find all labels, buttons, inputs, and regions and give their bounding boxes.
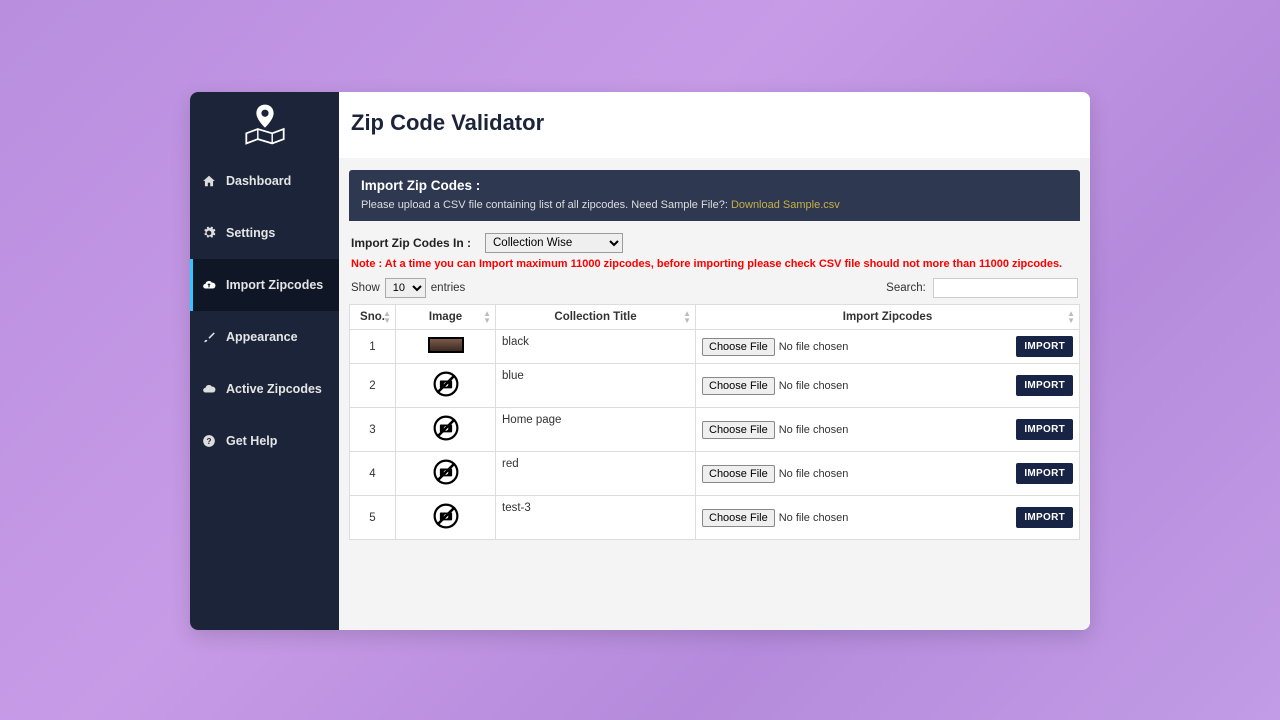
cell-import: Choose File No file chosen IMPORT [696,408,1080,452]
cell-collection-title: blue [496,364,696,408]
cell-collection-title: test-3 [496,496,696,540]
import-button[interactable]: IMPORT [1016,375,1073,396]
file-status-text: No file chosen [779,380,849,392]
no-image-icon [432,370,460,398]
cell-import: Choose File No file chosen IMPORT [696,330,1080,364]
sort-icon: ▲▼ [683,310,691,324]
search-input[interactable] [933,278,1078,298]
brush-icon [202,330,216,344]
entries-label: entries [431,282,466,294]
choose-file-button[interactable]: Choose File [702,465,775,483]
entries-select[interactable]: 10 [385,278,426,298]
cell-image [396,452,496,496]
file-status-text: No file chosen [779,512,849,524]
th-sno[interactable]: Sno.▲▼ [350,305,396,330]
cell-import: Choose File No file chosen IMPORT [696,452,1080,496]
sidebar-item-import-zipcodes[interactable]: Import Zipcodes [190,259,339,311]
page-title: Zip Code Validator [351,110,1078,136]
cell-sno: 5 [350,496,396,540]
file-status-text: No file chosen [779,468,849,480]
sidebar-item-appearance[interactable]: Appearance [190,311,339,363]
sort-icon: ▲▼ [1067,310,1075,324]
table-row: 5 test-3 Choose File No file chosen IMPORT [350,496,1080,540]
sidebar-item-dashboard[interactable]: Dashboard [190,155,339,207]
choose-file-button[interactable]: Choose File [702,421,775,439]
cell-image [396,330,496,364]
choose-file-button[interactable]: Choose File [702,509,775,527]
sidebar-item-label: Settings [226,226,275,240]
no-image-icon [432,502,460,530]
cell-image [396,408,496,452]
import-target-label: Import Zip Codes In : [351,236,471,250]
cell-collection-title: Home page [496,408,696,452]
table-row: 4 red Choose File No file chosen IMPORT [350,452,1080,496]
cloud-upload-icon [202,278,216,292]
svg-text:?: ? [207,437,212,446]
header: Zip Code Validator [339,92,1090,158]
no-image-icon [432,458,460,486]
logo [190,92,339,155]
sort-icon: ▲▼ [383,310,391,324]
main-content: Zip Code Validator Import Zip Codes : Pl… [339,92,1090,630]
cell-import: Choose File No file chosen IMPORT [696,364,1080,408]
zipcode-table: Sno.▲▼ Image▲▼ Collection Title▲▼ Import… [349,304,1080,540]
cell-sno: 3 [350,408,396,452]
sidebar: Dashboard Settings Import Zipcodes Appea… [190,92,339,630]
home-icon [202,174,216,188]
content-area: Import Zip Codes : Please upload a CSV f… [339,158,1090,630]
download-sample-link[interactable]: Download Sample.csv [731,199,840,211]
table-row: 1 black Choose File No file chosen IMPORT [350,330,1080,364]
cell-import: Choose File No file chosen IMPORT [696,496,1080,540]
panel-header: Import Zip Codes : Please upload a CSV f… [349,170,1080,221]
sort-icon: ▲▼ [483,310,491,324]
cell-sno: 2 [350,364,396,408]
sidebar-item-label: Appearance [226,330,298,344]
import-button[interactable]: IMPORT [1016,507,1073,528]
th-collection-title[interactable]: Collection Title▲▼ [496,305,696,330]
import-note: Note : At a time you can Import maximum … [349,258,1080,270]
collection-thumbnail [428,337,464,353]
cell-sno: 1 [350,330,396,364]
cell-image [396,496,496,540]
table-row: 2 blue Choose File No file chosen IMPORT [350,364,1080,408]
sidebar-item-label: Get Help [226,434,277,448]
import-target-row: Import Zip Codes In : Collection Wise [349,233,1080,253]
panel-subtitle: Please upload a CSV file containing list… [361,199,1068,211]
gear-icon [202,226,216,240]
cell-image [396,364,496,408]
file-status-text: No file chosen [779,424,849,436]
cell-sno: 4 [350,452,396,496]
cell-collection-title: red [496,452,696,496]
import-button[interactable]: IMPORT [1016,336,1073,357]
choose-file-button[interactable]: Choose File [702,377,775,395]
cell-collection-title: black [496,330,696,364]
panel-subtitle-text: Please upload a CSV file containing list… [361,199,731,211]
choose-file-button[interactable]: Choose File [702,338,775,356]
import-button[interactable]: IMPORT [1016,463,1073,484]
th-image[interactable]: Image▲▼ [396,305,496,330]
help-icon: ? [202,434,216,448]
table-row: 3 Home page Choose File No file chosen IMPOR… [350,408,1080,452]
sidebar-item-active-zipcodes[interactable]: Active Zipcodes [190,363,339,415]
table-controls: Show 10 entries Search: [349,278,1080,298]
no-image-icon [432,414,460,442]
sidebar-item-label: Dashboard [226,174,291,188]
cloud-icon [202,382,216,396]
sidebar-item-label: Import Zipcodes [226,278,323,292]
map-pin-logo-icon [242,103,288,145]
sidebar-item-get-help[interactable]: ? Get Help [190,415,339,467]
panel-title: Import Zip Codes : [361,178,1068,193]
import-target-select[interactable]: Collection Wise [485,233,623,253]
app-window: Dashboard Settings Import Zipcodes Appea… [190,92,1090,630]
import-button[interactable]: IMPORT [1016,419,1073,440]
file-status-text: No file chosen [779,341,849,353]
search-label: Search: [886,282,926,294]
show-label: Show [351,282,380,294]
sidebar-item-label: Active Zipcodes [226,382,322,396]
sidebar-item-settings[interactable]: Settings [190,207,339,259]
th-import-zipcodes[interactable]: Import Zipcodes▲▼ [696,305,1080,330]
